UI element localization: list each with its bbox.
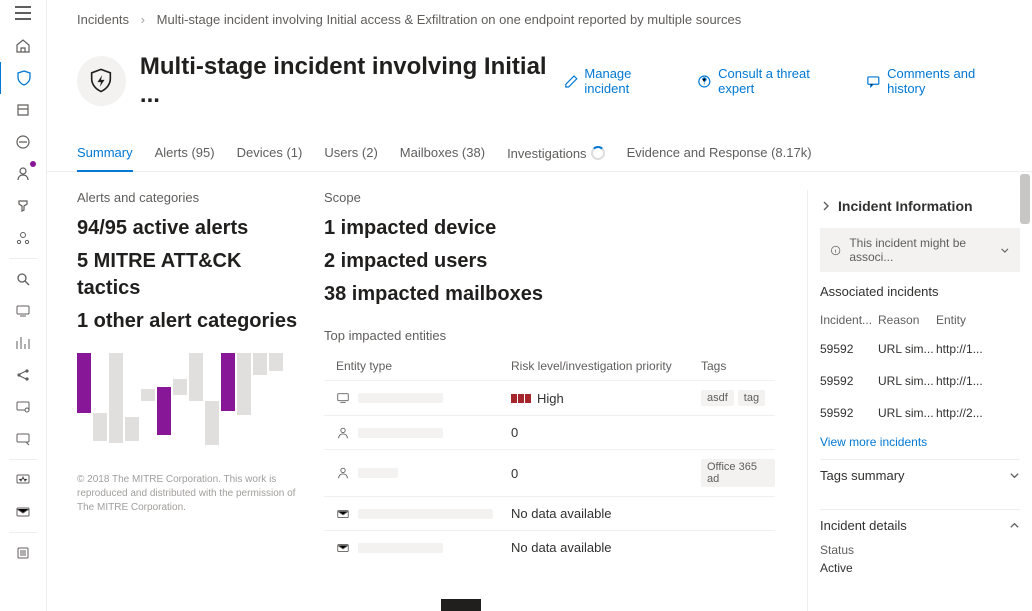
nav-more-icon[interactable] [0, 537, 46, 569]
other-categories-count: 1 other alert categories [77, 308, 302, 335]
incident-details-section[interactable]: Incident details [820, 509, 1020, 541]
nav-search-icon[interactable] [0, 263, 46, 295]
chart-bar [93, 413, 107, 441]
entity-tag: tag [738, 390, 765, 406]
tabs: Summary Alerts (95) Devices (1) Users (2… [47, 119, 1032, 172]
risk-value: 0 [511, 425, 518, 440]
tab-evidence[interactable]: Evidence and Response (8.17k) [627, 145, 812, 171]
nav-home-icon[interactable] [0, 30, 46, 62]
chart-bar [237, 353, 251, 415]
nav-config-icon[interactable] [0, 423, 46, 455]
chart-bar [189, 353, 203, 401]
comments-history-button[interactable]: Comments and history [866, 66, 1014, 96]
associated-incident-row[interactable]: 59592URL sim...http://1... [820, 365, 1020, 397]
risk-value: No data available [511, 506, 611, 521]
tags-summary-section[interactable]: Tags summary [820, 459, 1020, 491]
breadcrumb-current: Multi-stage incident involving Initial a… [157, 12, 742, 27]
chart-bar [109, 353, 123, 443]
scope-label: Scope [324, 190, 775, 205]
associated-incident-row[interactable]: 59592URL sim...http://2... [820, 397, 1020, 429]
status-value: Active [820, 559, 1020, 577]
chart-bar [205, 401, 219, 445]
nav-threat-icon[interactable] [0, 158, 46, 190]
associated-incident-row[interactable]: 59592URL sim...http://1... [820, 333, 1020, 365]
risk-value: No data available [511, 540, 611, 555]
info-icon [830, 244, 841, 257]
mitre-footnote: © 2018 The MITRE Corporation. This work … [77, 473, 302, 515]
risk-high-icon [511, 394, 531, 403]
info-banner[interactable]: This incident might be associ... [820, 228, 1020, 272]
chart-bar [269, 353, 283, 371]
chart-bar [77, 353, 91, 413]
risk-value: High [537, 391, 564, 406]
nav-learn-icon[interactable] [0, 222, 46, 254]
alerts-categories-label: Alerts and categories [77, 190, 302, 205]
impacted-users: 2 impacted users [324, 248, 775, 275]
nav-reports-icon[interactable] [0, 327, 46, 359]
breadcrumb: Incidents › Multi-stage incident involvi… [47, 0, 1032, 35]
entity-row[interactable]: No data available [324, 496, 775, 530]
nav-incidents-icon[interactable] [0, 62, 47, 94]
left-nav [0, 0, 47, 611]
entity-table-header: Entity type Risk level/investigation pri… [324, 353, 775, 380]
redacted-name [358, 543, 443, 553]
nav-health-icon[interactable] [0, 464, 46, 496]
chart-bar [141, 389, 155, 401]
assoc-table-header: Incident... Reason Entity [820, 307, 1020, 333]
chart-bar [157, 387, 171, 435]
tab-users[interactable]: Users (2) [324, 145, 377, 171]
nav-email-icon[interactable] [0, 496, 46, 528]
tab-devices[interactable]: Devices (1) [237, 145, 303, 171]
nav-hunting-icon[interactable] [0, 94, 46, 126]
status-label: Status [820, 541, 1020, 559]
entity-row[interactable]: No data available [324, 530, 775, 564]
incident-shield-icon [77, 56, 126, 106]
top-entities-label: Top impacted entities [324, 328, 775, 343]
hamburger-icon[interactable] [15, 6, 31, 20]
chart-bar [125, 417, 139, 441]
tab-alerts[interactable]: Alerts (95) [155, 145, 215, 171]
nav-share-icon[interactable] [0, 359, 46, 391]
tab-investigations[interactable]: Investigations [507, 145, 605, 171]
entity-row[interactable]: 0 Office 365 ad [324, 449, 775, 496]
breadcrumb-root[interactable]: Incidents [77, 12, 129, 27]
vertical-scrollbar[interactable] [1018, 172, 1030, 611]
consult-expert-button[interactable]: Consult a threat expert [697, 66, 846, 96]
nav-device-icon[interactable] [0, 295, 46, 327]
nav-endpoints-icon[interactable] [0, 391, 46, 423]
impacted-devices: 1 impacted device [324, 215, 775, 242]
horizontal-scrollbar-thumb[interactable] [441, 599, 481, 611]
active-alerts-count: 94/95 active alerts [77, 215, 302, 242]
chevron-down-icon [1000, 245, 1010, 256]
chart-bar [173, 379, 187, 395]
mitre-tactics-count: 5 MITRE ATT&CK tactics [77, 248, 302, 302]
entity-row[interactable]: 0 [324, 415, 775, 449]
spinner-icon [591, 146, 605, 160]
tab-summary[interactable]: Summary [77, 145, 133, 172]
risk-value: 0 [511, 466, 518, 481]
manage-incident-button[interactable]: Manage incident [564, 66, 678, 96]
impacted-mailboxes: 38 impacted mailboxes [324, 281, 775, 308]
redacted-name [358, 393, 443, 403]
tab-mailboxes[interactable]: Mailboxes (38) [400, 145, 485, 171]
nav-action-icon[interactable] [0, 126, 46, 158]
alerts-chart [77, 353, 302, 463]
redacted-name [358, 428, 443, 438]
view-more-incidents-link[interactable]: View more incidents [820, 429, 1020, 459]
entity-tag: Office 365 ad [701, 459, 775, 487]
chevron-right-icon [820, 200, 832, 212]
redacted-name [358, 468, 398, 478]
chart-bar [221, 353, 235, 411]
incident-info-header[interactable]: Incident Information [820, 190, 1020, 222]
entity-tag: asdf [701, 390, 734, 406]
entity-row[interactable]: High asdftag [324, 380, 775, 415]
associated-incidents-label: Associated incidents [820, 284, 1020, 299]
redacted-name [358, 509, 493, 519]
chart-bar [253, 353, 267, 375]
nav-score-icon[interactable] [0, 190, 46, 222]
page-title: Multi-stage incident involving Initial .… [140, 53, 564, 109]
